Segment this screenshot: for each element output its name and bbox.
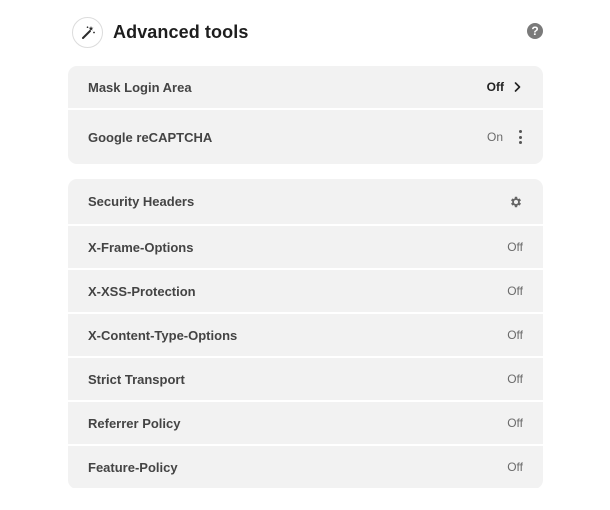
x-frame-options-row[interactable]: X-Frame-Options Off: [68, 226, 543, 268]
security-headers-card: Security Headers X-Frame-Options Off X-X…: [68, 179, 543, 489]
kebab-menu-icon[interactable]: [519, 130, 523, 144]
chevron-right-icon[interactable]: [514, 81, 523, 93]
section-header: Advanced tools ?: [72, 17, 546, 49]
header-item-label: X-Content-Type-Options: [88, 327, 238, 343]
header-item-label: X-Frame-Options: [88, 239, 194, 255]
feature-policy-row[interactable]: Feature-Policy Off: [68, 446, 543, 488]
header-item-value: Off: [507, 284, 523, 298]
header-item-value: Off: [507, 372, 523, 386]
security-headers-row: Security Headers: [68, 179, 543, 224]
strict-transport-row[interactable]: Strict Transport Off: [68, 358, 543, 400]
referrer-policy-row[interactable]: Referrer Policy Off: [68, 402, 543, 444]
header-item-value: Off: [507, 328, 523, 342]
mask-login-area-label: Mask Login Area: [88, 79, 192, 95]
google-recaptcha-value: On: [486, 130, 503, 144]
mask-login-area-row[interactable]: Mask Login Area Off: [68, 66, 543, 108]
x-content-type-options-row[interactable]: X-Content-Type-Options Off: [68, 314, 543, 356]
header-item-label: Strict Transport: [88, 371, 185, 387]
security-headers-title: Security Headers: [88, 194, 195, 209]
google-recaptcha-label: Google reCAPTCHA: [88, 129, 213, 145]
general-settings-card: Mask Login Area Off Google reCAPTCHA On: [68, 66, 543, 164]
header-item-value: Off: [507, 240, 523, 254]
header-item-label: Feature-Policy: [88, 459, 178, 475]
help-icon[interactable]: ?: [527, 23, 543, 39]
mask-login-area-value: Off: [486, 80, 504, 94]
gear-icon[interactable]: [509, 195, 523, 209]
magic-wand-icon: [72, 17, 103, 48]
header-item-label: Referrer Policy: [88, 415, 181, 431]
header-item-value: Off: [507, 460, 523, 474]
header-item-label: X-XSS-Protection: [88, 283, 196, 299]
google-recaptcha-row[interactable]: Google reCAPTCHA On: [68, 110, 543, 164]
x-xss-protection-row[interactable]: X-XSS-Protection Off: [68, 270, 543, 312]
header-item-value: Off: [507, 416, 523, 430]
page-title: Advanced tools: [113, 22, 249, 42]
